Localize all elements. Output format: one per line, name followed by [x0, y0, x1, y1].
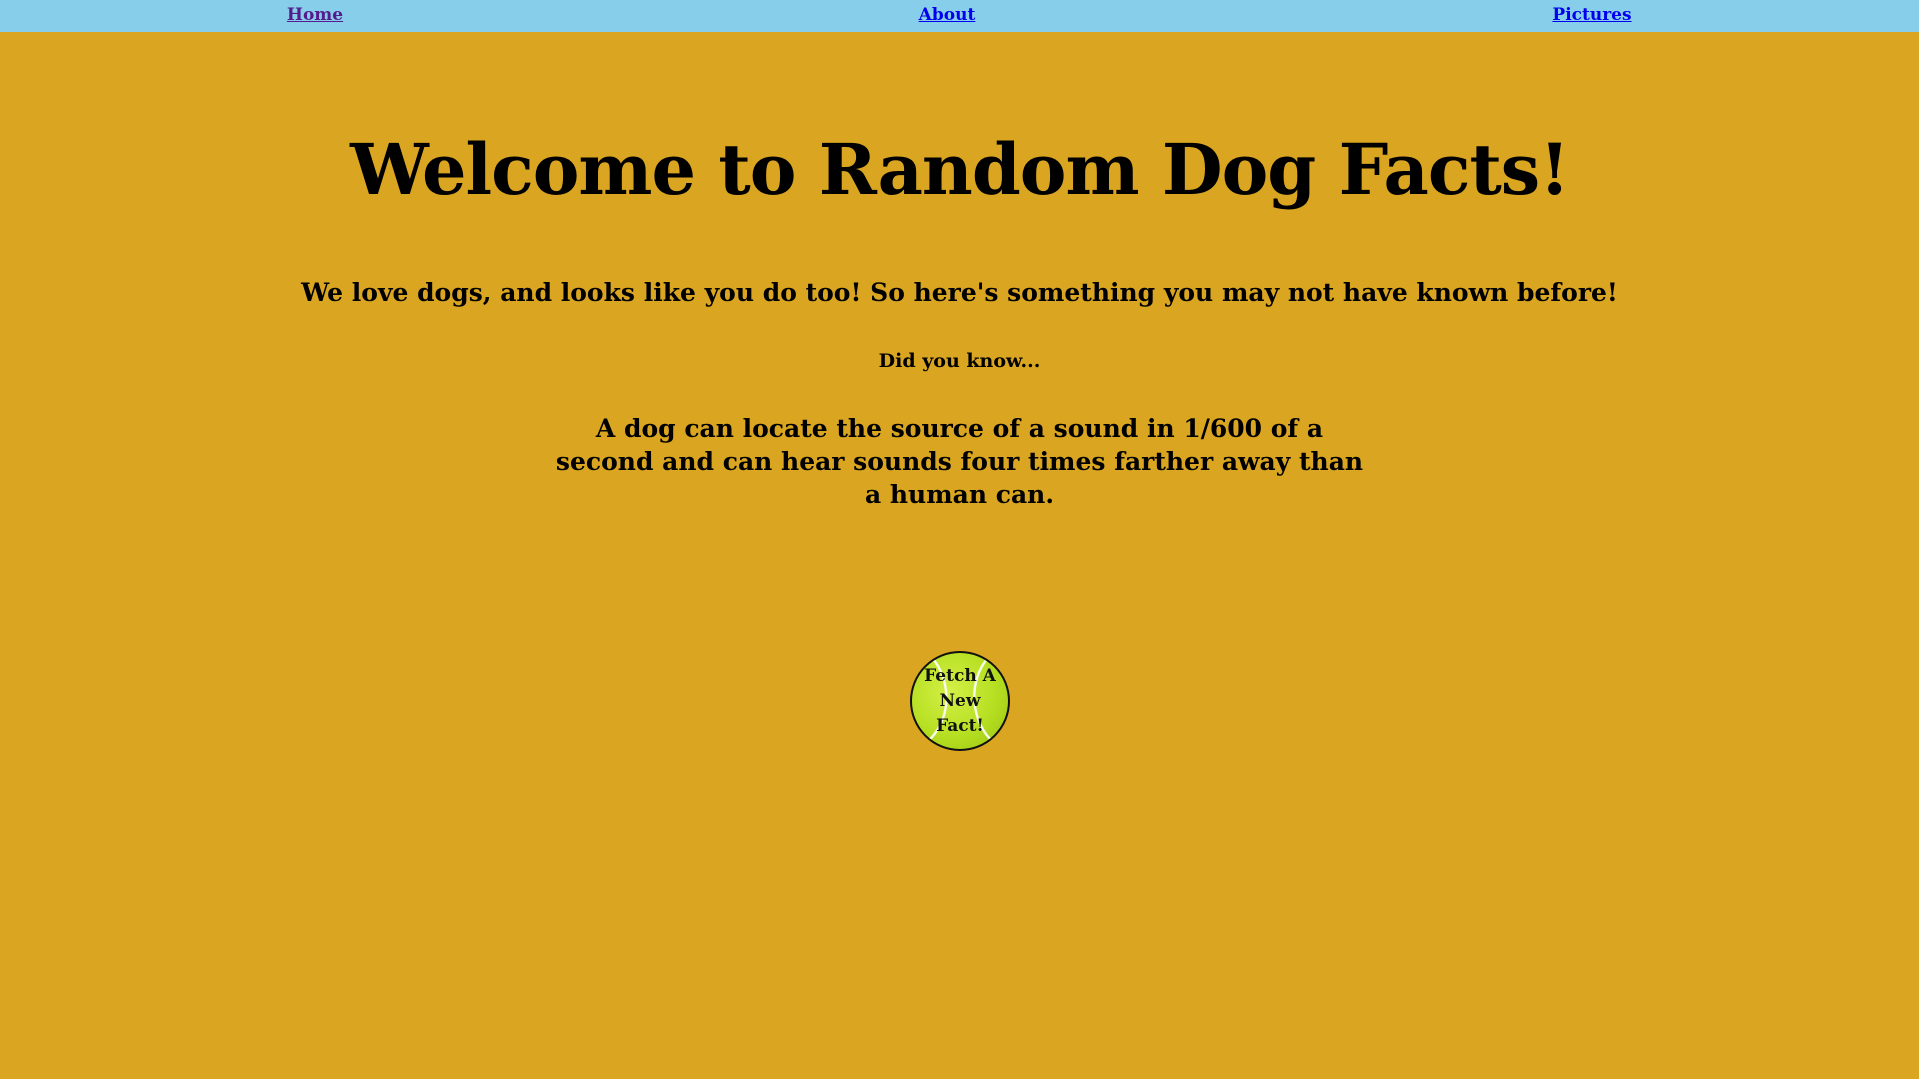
- intro-text: We love dogs, and looks like you do too!…: [301, 278, 1618, 307]
- nav-link-home[interactable]: Home: [287, 5, 343, 25]
- nav-link-about[interactable]: About: [919, 5, 976, 25]
- fetch-new-fact-button[interactable]: Fetch A New Fact!: [910, 651, 1010, 751]
- dog-fact-text: A dog can locate the source of a sound i…: [555, 414, 1364, 509]
- page-title: Welcome to Random Dog Facts!: [350, 128, 1570, 211]
- top-navbar: Home About Pictures: [0, 0, 1919, 32]
- fetch-button-label: Fetch A New Fact!: [924, 665, 996, 736]
- did-you-know-label: Did you know...: [878, 350, 1041, 372]
- nav-link-pictures[interactable]: Pictures: [1552, 5, 1631, 25]
